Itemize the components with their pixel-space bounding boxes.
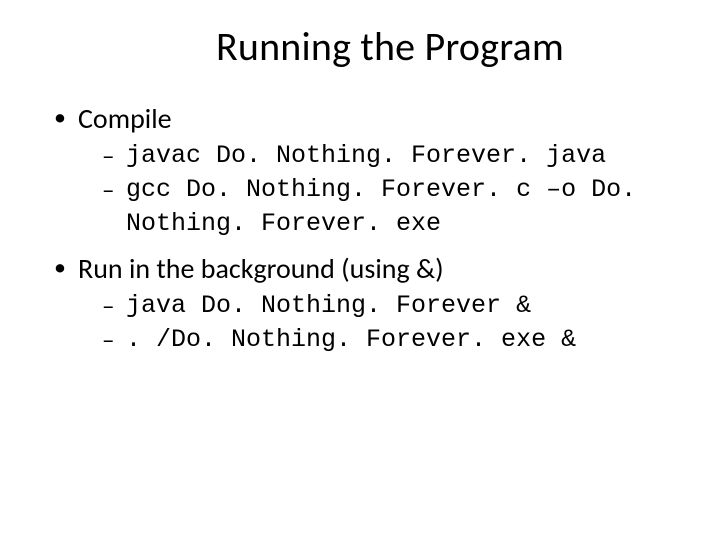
bullet-list: Compile – javac Do. Nothing. Forever. ja…: [50, 101, 670, 357]
dash-icon: –: [102, 139, 114, 173]
code-text: java Do. Nothing. Forever &: [126, 291, 531, 320]
sub-item: – javac Do. Nothing. Forever. java: [78, 139, 670, 173]
dash-icon: –: [102, 173, 114, 207]
code-text: javac Do. Nothing. Forever. java: [126, 141, 606, 170]
dash-icon: –: [102, 323, 114, 357]
sub-list: – java Do. Nothing. Forever & – . /Do. N…: [78, 289, 670, 357]
slide-title: Running the Program: [50, 22, 670, 71]
code-text: . /Do. Nothing. Forever. exe &: [126, 325, 576, 354]
dash-icon: –: [102, 289, 114, 323]
sub-list: – javac Do. Nothing. Forever. java – gcc…: [78, 139, 670, 240]
code-text: gcc Do. Nothing. Forever. c –o Do. Nothi…: [126, 175, 636, 238]
sub-item: – . /Do. Nothing. Forever. exe &: [78, 323, 670, 357]
bullet-item: Run in the background (using &) – java D…: [50, 251, 670, 357]
bullet-label: Run in the background (using &): [78, 251, 444, 286]
bullet-item: Compile – javac Do. Nothing. Forever. ja…: [50, 101, 670, 241]
bullet-label: Compile: [78, 101, 172, 136]
sub-item: – gcc Do. Nothing. Forever. c –o Do. Not…: [78, 173, 670, 241]
sub-item: – java Do. Nothing. Forever &: [78, 289, 670, 323]
slide: Running the Program Compile – javac Do. …: [0, 0, 720, 540]
